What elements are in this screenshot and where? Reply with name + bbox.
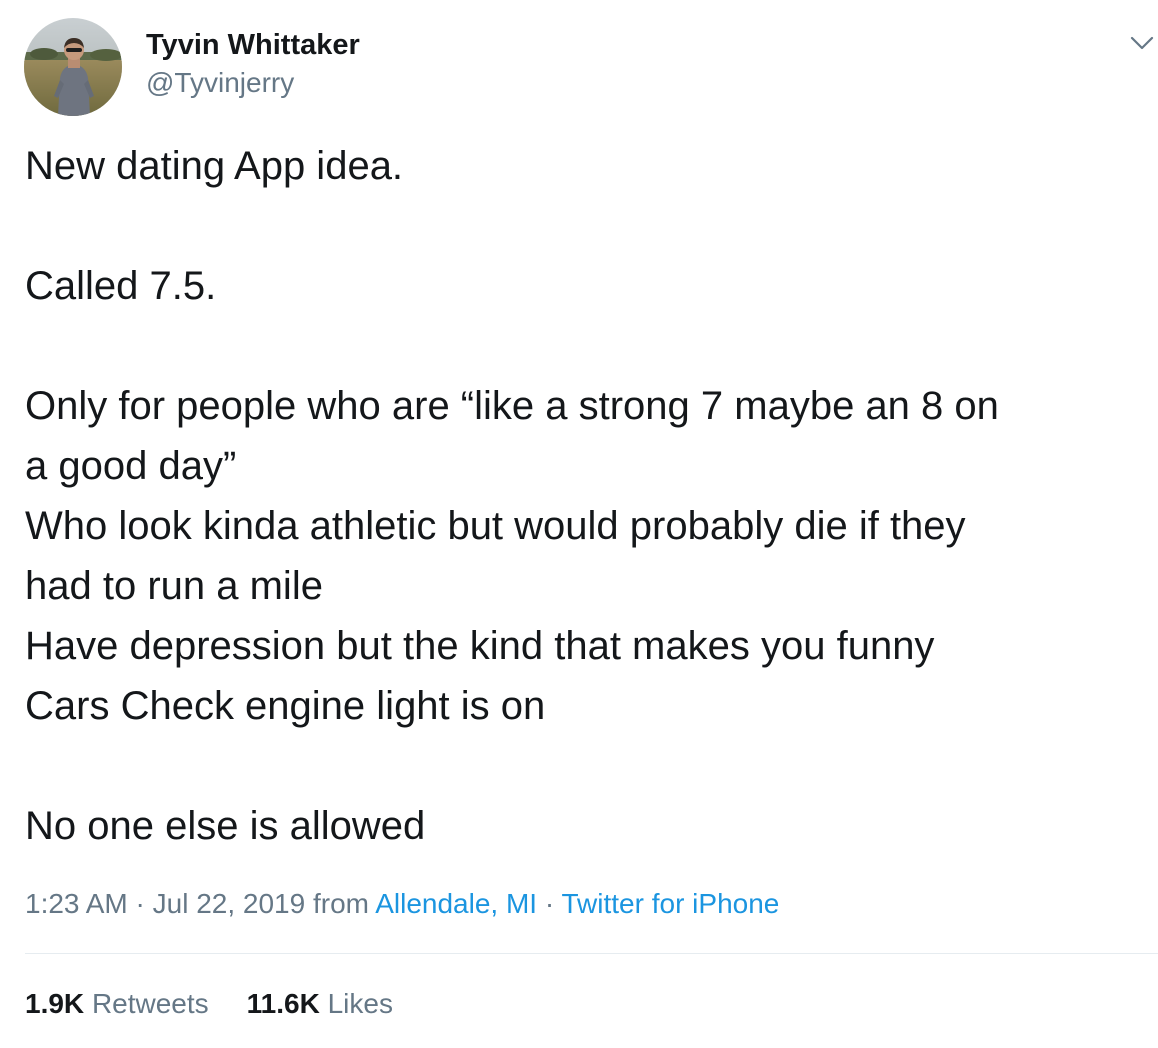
tweet-line: Called 7.5.: [25, 264, 217, 308]
tweet-text: New dating App idea. Called 7.5. Only fo…: [25, 136, 1145, 856]
likes-stat[interactable]: 11.6K Likes: [247, 984, 393, 1024]
tweet-card: Tyvin Whittaker @Tyvinjerry New dating A…: [0, 0, 1158, 1048]
tweet-time[interactable]: 1:23 AM: [25, 888, 128, 919]
avatar[interactable]: [24, 18, 122, 116]
tweet-line: Only for people who are “like a strong 7…: [25, 384, 999, 428]
likes-label: Likes: [327, 988, 393, 1019]
likes-count: 11.6K: [246, 988, 320, 1019]
avatar-photo: [24, 18, 122, 116]
tweet-line: a good day”: [25, 444, 237, 488]
tweet-line: had to run a mile: [25, 564, 323, 608]
tweet-line: Have depression but the kind that makes …: [25, 624, 935, 668]
meta-separator: ·: [537, 888, 562, 919]
retweets-stat[interactable]: 1.9K Retweets: [25, 984, 209, 1024]
tweet-line: Who look kinda athletic but would probab…: [25, 504, 966, 548]
meta-separator: ·: [127, 888, 153, 919]
tweet-metadata: 1:23 AM · Jul 22, 2019 from Allendale, M…: [25, 884, 779, 924]
engagement-stats: 1.9K Retweets 11.6K Likes: [25, 984, 393, 1024]
tweet-date[interactable]: Jul 22, 2019: [153, 888, 306, 919]
from-label: from: [305, 888, 376, 919]
tweet-line: Cars Check engine light is on: [25, 684, 546, 728]
author-handle[interactable]: @Tyvinjerry: [146, 66, 294, 100]
retweets-count: 1.9K: [25, 988, 85, 1019]
chevron-down-icon[interactable]: [1124, 28, 1158, 58]
author-display-name[interactable]: Tyvin Whittaker: [146, 28, 360, 62]
tweet-line: No one else is allowed: [25, 804, 426, 848]
divider: [25, 953, 1158, 954]
retweets-label: Retweets: [91, 988, 209, 1019]
source-link[interactable]: Twitter for iPhone: [561, 888, 779, 919]
tweet-line: New dating App idea.: [25, 144, 404, 188]
location-link[interactable]: Allendale, MI: [375, 888, 537, 919]
